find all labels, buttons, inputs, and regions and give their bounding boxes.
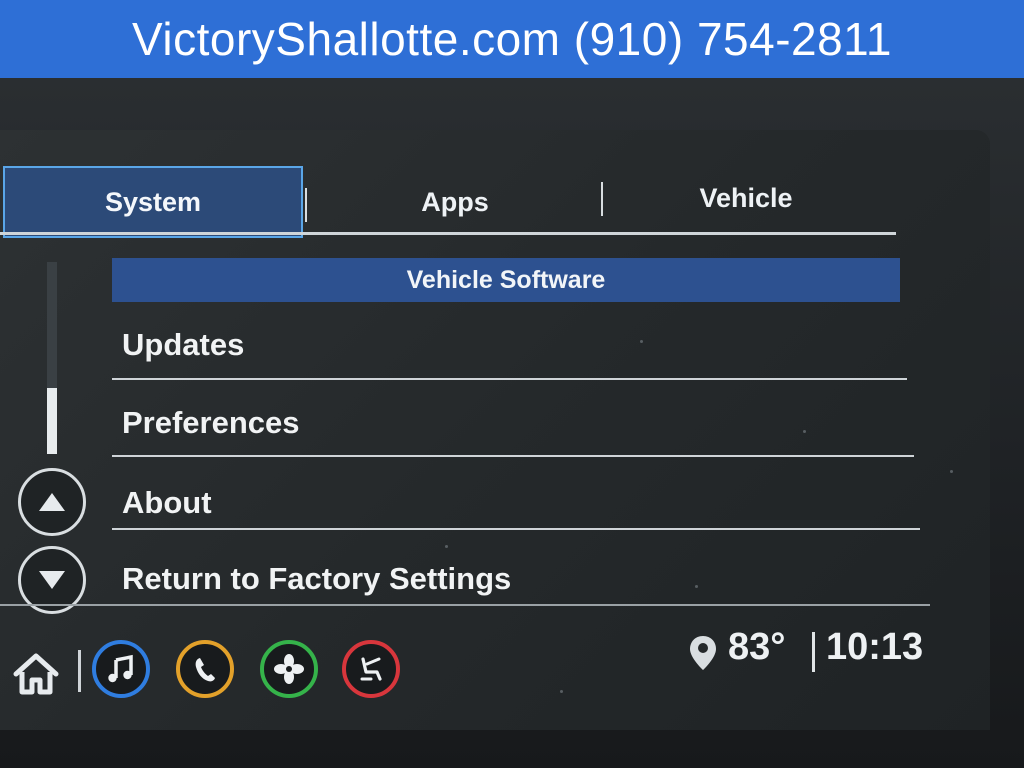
- triangle-up-icon: [39, 493, 65, 511]
- triangle-down-icon: [39, 571, 65, 589]
- status-divider: [812, 632, 815, 672]
- scroll-up-button[interactable]: [18, 468, 86, 536]
- temperature-readout: 83°: [728, 626, 786, 668]
- banner-text: VictoryShallotte.com (910) 754-2811: [132, 13, 892, 65]
- row-divider: [112, 378, 907, 380]
- dealer-banner: VictoryShallotte.com (910) 754-2811: [0, 0, 1024, 78]
- screen-speck: [950, 470, 953, 473]
- tab-divider: [305, 188, 307, 222]
- tab-divider: [601, 182, 603, 216]
- tab-vehicle[interactable]: Vehicle: [606, 162, 886, 234]
- list-item-return-to-factory-settings[interactable]: Return to Factory Settings: [112, 546, 912, 612]
- seat-button[interactable]: [342, 640, 400, 698]
- tab-apps[interactable]: Apps: [310, 166, 600, 238]
- tab-system-label: System: [104, 186, 202, 217]
- music-button[interactable]: [92, 640, 150, 698]
- bottom-bar-divider: [0, 604, 930, 606]
- climate-fan-icon: [274, 654, 304, 684]
- tab-vehicle-label: Vehicle: [699, 182, 793, 213]
- phone-icon: [195, 658, 215, 682]
- row-divider: [112, 528, 920, 530]
- tab-apps-label: Apps: [421, 186, 489, 217]
- seat-icon: [360, 657, 382, 681]
- tab-system[interactable]: System: [3, 166, 303, 238]
- list-item-label: About: [122, 485, 212, 520]
- list-item-label: Return to Factory Settings: [122, 561, 512, 596]
- section-header-vehicle-software: Vehicle Software: [112, 258, 900, 302]
- climate-button[interactable]: [260, 640, 318, 698]
- list-item-label: Preferences: [122, 405, 300, 440]
- tab-underline: [0, 232, 896, 235]
- dock-divider: [78, 650, 81, 692]
- music-icon: [108, 654, 133, 683]
- list-item-updates[interactable]: Updates: [112, 312, 912, 378]
- section-header-label: Vehicle Software: [406, 265, 606, 294]
- list-item-about[interactable]: About: [112, 470, 912, 536]
- phone-button[interactable]: [176, 640, 234, 698]
- scrollbar-thumb[interactable]: [47, 388, 57, 454]
- list-item-label: Updates: [122, 327, 245, 362]
- location-pin-icon: [690, 636, 716, 670]
- screen-speck: [560, 690, 563, 693]
- row-divider: [112, 455, 914, 457]
- clock-readout: 10:13: [826, 626, 924, 668]
- home-icon[interactable]: [12, 650, 60, 696]
- list-item-preferences[interactable]: Preferences: [112, 390, 912, 456]
